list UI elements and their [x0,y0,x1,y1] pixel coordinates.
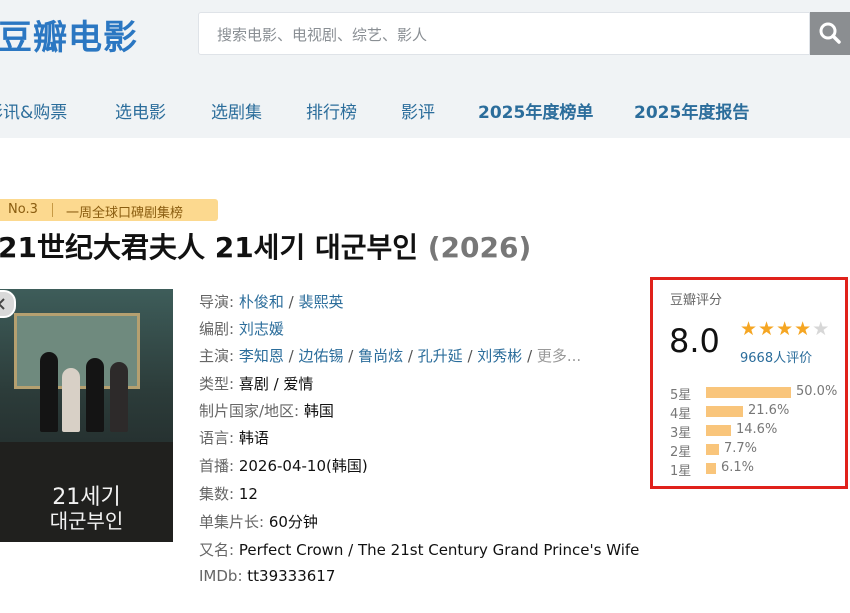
ranking-badge[interactable]: No.3 一周全球口碑剧集榜 [0,199,218,221]
rating-dist-label: 3星 [670,426,692,441]
rating-dist-row: 2星 7.7% [670,441,850,460]
aka-value: Perfect Crown / The 21st Century Grand P… [238,541,640,559]
star-filled-icon: ★ [794,318,813,340]
poster-figure [62,368,80,432]
genre-value: 喜剧 / 爱情 [238,375,314,393]
magnifier-icon [819,22,841,44]
rating-dist-pct: 50.0% [796,384,838,399]
imdb-value: tt39333617 [247,567,336,585]
rating-dist-row: 3星 14.6% [670,422,850,441]
poster-figure [110,362,128,432]
rating-stars: ★★★★★ [740,318,830,340]
rating-score: 8.0 [669,322,720,360]
cast-row: 主演: 李知恩 / 边佑锡 / 鲁尚炫 / 孔升延 / 刘秀彬 / 更多... [199,347,582,365]
star-filled-icon: ★ [776,318,795,340]
cast-link[interactable]: 李知恩 [239,347,284,365]
cast-link[interactable]: 边佑锡 [298,347,343,365]
writer-row: 编剧: 刘志媛 [199,318,284,339]
search-button[interactable] [810,12,850,55]
cast-link[interactable]: 鲁尚炫 [358,347,403,365]
cast-link[interactable]: 孔升延 [418,347,463,365]
premiere-label: 首播: [199,457,235,475]
country-label: 制片国家/地区: [199,402,300,420]
director-link[interactable]: 裴熙英 [298,293,343,311]
language-label: 语言: [199,429,235,447]
poster-image[interactable]: 21세기 대군부인 [0,289,173,542]
rating-dist-pct: 6.1% [721,460,755,475]
title-name: 21世纪大君夫人 21세기 대군부인 [0,231,418,264]
aka-row: 又名: Perfect Crown / The 21st Century Gra… [199,539,639,560]
genre-label: 类型: [199,375,235,393]
nav-annual-report[interactable]: 2025年度报告 [634,98,749,123]
star-filled-icon: ★ [758,318,777,340]
star-filled-icon: ★ [740,318,759,340]
language-value: 韩语 [238,429,269,447]
runtime-value: 60分钟 [268,513,318,531]
episodes-label: 集数: [199,485,235,503]
badge-rank: No.3 [8,202,38,217]
rating-dist-pct: 21.6% [748,403,790,418]
premiere-value: 2026-04-10(韩国) [238,457,368,475]
poster-figure [40,352,58,432]
premiere-row: 首播: 2026-04-10(韩国) [199,455,368,476]
rating-dist-label: 2星 [670,445,692,460]
nav-charts[interactable]: 排行榜 [306,98,357,123]
language-row: 语言: 韩语 [199,427,269,448]
aka-label: 又名: [199,541,235,559]
star-empty-icon: ★ [812,318,831,340]
cast-link[interactable]: 刘秀彬 [477,347,522,365]
rating-dist-pct: 14.6% [736,422,778,437]
search-placeholder: 搜索电影、电视剧、综艺、影人 [217,26,428,44]
rating-dist-label: 1星 [670,464,692,479]
rating-dist-label: 4星 [670,407,692,422]
badge-divider [52,203,53,217]
nav-movies[interactable]: 选电影 [115,98,166,123]
douban-rating-box: 豆瓣评分 8.0 ★★★★★ 9668人评价 5星 50.0% 4星 21.6% 3星 1… [650,277,848,489]
country-value: 韩国 [303,402,334,420]
writer-link[interactable]: 刘志媛 [239,320,284,338]
nav-tv[interactable]: 选剧集 [211,98,262,123]
rating-dist-bar [706,463,716,474]
rating-dist-pct: 7.7% [724,441,758,456]
runtime-label: 单集片长: [199,513,265,531]
page-title: 21世纪大君夫人 21세기 대군부인 (2026) [0,226,531,266]
search-input[interactable]: 搜索电影、电视剧、综艺、影人 [198,12,810,55]
episodes-value: 12 [238,485,258,503]
cast-label: 主演: [199,347,235,365]
director-link[interactable]: 朴俊和 [239,293,284,311]
rating-dist-bar [706,444,719,455]
cast-more-link[interactable]: 更多... [537,347,581,365]
imdb-label: IMDb: [199,567,243,585]
episodes-row: 集数: 12 [199,483,258,504]
nav-annual-list[interactable]: 2025年度榜单 [478,98,593,123]
country-row: 制片国家/地区: 韩国 [199,400,334,421]
chevron-left-icon [0,298,5,310]
top-bar: 豆瓣电影 搜索电影、电视剧、综艺、影人 影讯&购票 选电影 选剧集 排行榜 影评… [0,0,850,138]
poster-figure [86,358,104,432]
runtime-row: 单集片长: 60分钟 [199,511,318,532]
rating-count[interactable]: 9668人评价 [740,347,812,366]
director-label: 导演: [199,293,235,311]
rating-dist-bar [706,425,731,436]
nav-tickets[interactable]: 影讯&购票 [0,98,67,123]
rating-dist-row: 1星 6.1% [670,460,850,479]
douban-movie-logo[interactable]: 豆瓣电影 [0,10,138,59]
rating-dist-row: 4星 21.6% [670,403,850,422]
badge-label: 一周全球口碑剧集榜 [66,206,184,221]
poster-title-line2: 대군부인 [49,509,124,533]
nav-reviews[interactable]: 影评 [401,98,435,123]
rating-dist-label: 5星 [670,388,692,403]
rating-title: 豆瓣评分 [670,293,723,308]
imdb-row: IMDb: tt39333617 [199,567,335,585]
prev-arrow-button[interactable] [0,290,16,318]
genre-row: 类型: 喜剧 / 爱情 [199,373,313,394]
rating-dist-bar [706,387,791,398]
director-row: 导演: 朴俊和 / 裴熙英 [199,293,344,311]
writer-label: 编剧: [199,320,235,338]
title-year: (2026) [427,231,532,264]
rating-dist-row: 5星 50.0% [670,384,850,403]
rating-dist-bar [706,406,743,417]
